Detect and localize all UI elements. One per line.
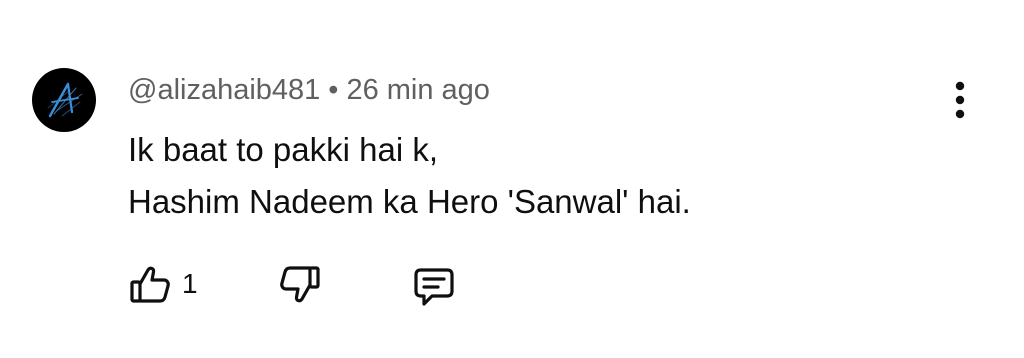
thumbs-down-icon: [280, 266, 320, 303]
comment-meta: @alizahaib481 • 26 min ago: [128, 70, 490, 110]
author-name[interactable]: @alizahaib481: [128, 74, 320, 106]
comment-reply-icon: [414, 268, 454, 306]
comment-text-line: Ik baat to pakki hai k,: [128, 131, 439, 168]
reply-button[interactable]: [408, 258, 456, 310]
comment-item: @alizahaib481 • 26 min ago Ik baat to pakk…: [0, 0, 1024, 358]
avatar[interactable]: [32, 68, 96, 132]
comment-text: Ik baat to pakki hai k, Hashim Nadeem ka…: [128, 124, 691, 228]
thumbs-up-icon: [130, 266, 170, 303]
more-options-button[interactable]: [944, 78, 976, 122]
like-count: 1: [182, 268, 198, 299]
like-button[interactable]: 1: [126, 258, 206, 310]
comment-text-line: Hashim Nadeem ka Hero 'Sanwal' hai.: [128, 183, 691, 220]
meta-separator: •: [328, 74, 339, 106]
avatar-logo-icon: [47, 82, 83, 118]
dislike-button[interactable]: [274, 258, 322, 310]
comment-time: 26 min ago: [346, 74, 490, 106]
more-vertical-icon: [955, 81, 965, 119]
